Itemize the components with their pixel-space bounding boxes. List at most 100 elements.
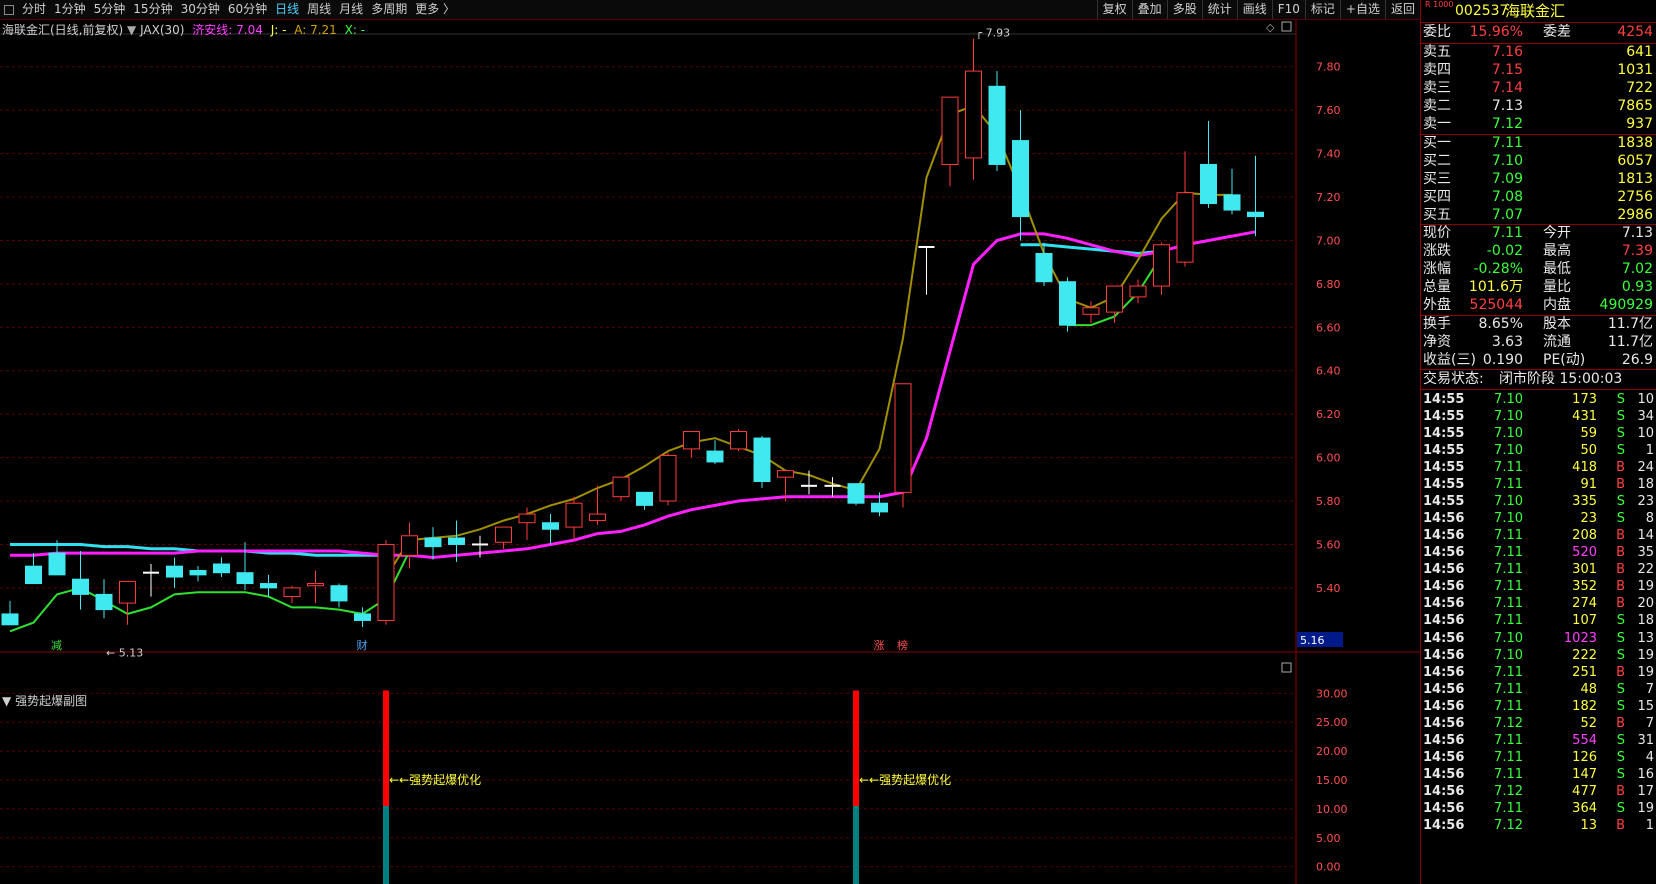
tick-count: 22	[1637, 562, 1654, 578]
kline-chart[interactable]: 7.80 7.60 7.40 7.20 7.00 6.80 6.60 6.40 6.20 6.00…	[0, 0, 1420, 884]
tick-time: 14:56	[1423, 511, 1465, 527]
fund-value: 26.9	[1621, 351, 1653, 368]
sub-restore-icon[interactable]	[1281, 662, 1292, 673]
quote-value: 0.93	[1621, 279, 1653, 296]
tick-price: 7.11	[1494, 681, 1523, 697]
tick-side: S	[1616, 647, 1625, 663]
quote-value: 7.13	[1621, 225, 1653, 241]
sub-y-tick-label: 5.00	[1316, 832, 1341, 845]
candle-body	[448, 537, 465, 545]
tick-count: 23	[1637, 494, 1654, 510]
tick-count: 35	[1637, 545, 1654, 561]
sub-chart-toggle-icon[interactable]: ▼	[2, 694, 11, 708]
tick-time: 14:55	[1423, 391, 1465, 407]
event-marker[interactable]: 财	[357, 638, 368, 652]
ask-price: 7.12	[1491, 116, 1523, 133]
tick-price: 7.11	[1494, 477, 1523, 493]
candle-body	[213, 563, 230, 574]
bid-volume: 2986	[1617, 206, 1653, 223]
tick-count: 24	[1637, 460, 1654, 475]
candle-body	[1247, 211, 1264, 218]
bid-label: 买一	[1423, 134, 1451, 151]
tick-volume: 48	[1580, 681, 1597, 697]
tick-price: 7.11	[1494, 613, 1523, 629]
candle-body	[941, 96, 959, 165]
tick-volume: 274	[1572, 596, 1597, 612]
tick-row: 14:56 7.10 23 S 8	[1421, 510, 1656, 527]
candle-body	[612, 476, 630, 498]
legend-item-0: 济安线: 7.04	[192, 23, 263, 37]
tick-price: 7.10	[1494, 425, 1523, 441]
tick-time: 14:56	[1423, 545, 1465, 561]
event-marker[interactable]: 榜	[897, 638, 908, 652]
tick-price: 7.11	[1494, 732, 1523, 748]
bid-price: 7.10	[1491, 152, 1523, 169]
tick-row: 14:56 7.11 208 B 14	[1421, 527, 1656, 544]
candle-body	[847, 483, 865, 504]
signal-label: ←←强势起爆优化	[389, 773, 481, 787]
tick-side: B	[1616, 783, 1625, 799]
signal-bar-top	[853, 690, 859, 806]
candle-body	[753, 437, 771, 482]
tick-row: 14:56 7.11 182 S 15	[1421, 698, 1656, 715]
tick-count: 20	[1637, 596, 1654, 612]
tick-time: 14:55	[1423, 442, 1465, 458]
stock-code: 002537	[1455, 3, 1509, 19]
quote-label: 最低	[1543, 261, 1571, 278]
tick-time: 14:55	[1423, 425, 1465, 441]
tick-price: 7.11	[1494, 579, 1523, 595]
tick-price: 7.12	[1494, 715, 1523, 731]
tick-time: 14:56	[1423, 749, 1465, 765]
tick-side: B	[1616, 579, 1625, 595]
tick-count: 1	[1645, 442, 1654, 458]
tick-volume: 364	[1572, 801, 1597, 816]
ask-volume: 722	[1626, 80, 1653, 97]
quote-value: 101.6万	[1468, 279, 1523, 296]
tick-row: 14:56 7.10 1023 S 13	[1421, 630, 1656, 647]
fund-label: 股本	[1543, 315, 1571, 332]
y-tick-label: 6.00	[1316, 452, 1341, 465]
indicator-toggle-icon[interactable]: ▼	[127, 23, 136, 37]
tick-price: 7.12	[1494, 783, 1523, 799]
tick-side: B	[1616, 460, 1625, 475]
chart-title: 海联金汇(日线,前复权)	[2, 23, 124, 37]
tick-volume: 52	[1580, 715, 1597, 731]
tick-volume: 251	[1572, 664, 1597, 680]
candle-body	[260, 583, 277, 589]
candle-body	[1059, 281, 1076, 326]
tick-side: S	[1616, 681, 1625, 697]
candle-body	[95, 593, 113, 611]
candle-body	[1106, 285, 1123, 313]
candle-body	[777, 470, 794, 478]
tick-side: B	[1616, 664, 1625, 680]
bid-label: 买五	[1423, 206, 1451, 223]
indicator-name[interactable]: JAX(30)	[140, 23, 184, 37]
tick-count: 15	[1637, 698, 1654, 714]
bid-price: 7.11	[1491, 134, 1523, 151]
candle-body	[1129, 285, 1147, 298]
y-tick-label: 7.20	[1316, 191, 1341, 204]
restore-icon[interactable]	[1281, 21, 1292, 32]
tick-side: S	[1616, 698, 1625, 714]
candle-body	[1176, 192, 1194, 263]
quote-label: 内盘	[1543, 297, 1571, 314]
tick-volume: 182	[1572, 698, 1597, 714]
high-annotation: ┌ 7.93	[976, 27, 1011, 40]
legend-item-2: A: 7.21	[290, 23, 337, 37]
candle-body	[659, 454, 677, 502]
tick-price: 7.11	[1494, 596, 1523, 612]
tick-row: 14:55 7.10 59 S 10	[1421, 425, 1656, 442]
sub-chart-title[interactable]: ▼ 强势起爆副图	[2, 692, 87, 709]
tick-price: 7.11	[1494, 801, 1523, 816]
tick-row: 14:56 7.12 477 B 17	[1421, 783, 1656, 800]
y-tick-label: 7.40	[1316, 148, 1341, 161]
candle-body	[988, 85, 1006, 165]
candle-body	[283, 587, 301, 598]
tick-volume: 91	[1580, 477, 1597, 493]
event-marker[interactable]: 涨	[874, 639, 885, 652]
event-marker[interactable]: 减	[51, 639, 62, 652]
tick-count: 34	[1637, 408, 1654, 424]
weibi-label: 委比	[1423, 24, 1451, 40]
tick-volume: 126	[1572, 749, 1597, 765]
diamond-icon[interactable]: ◇	[1266, 21, 1275, 34]
